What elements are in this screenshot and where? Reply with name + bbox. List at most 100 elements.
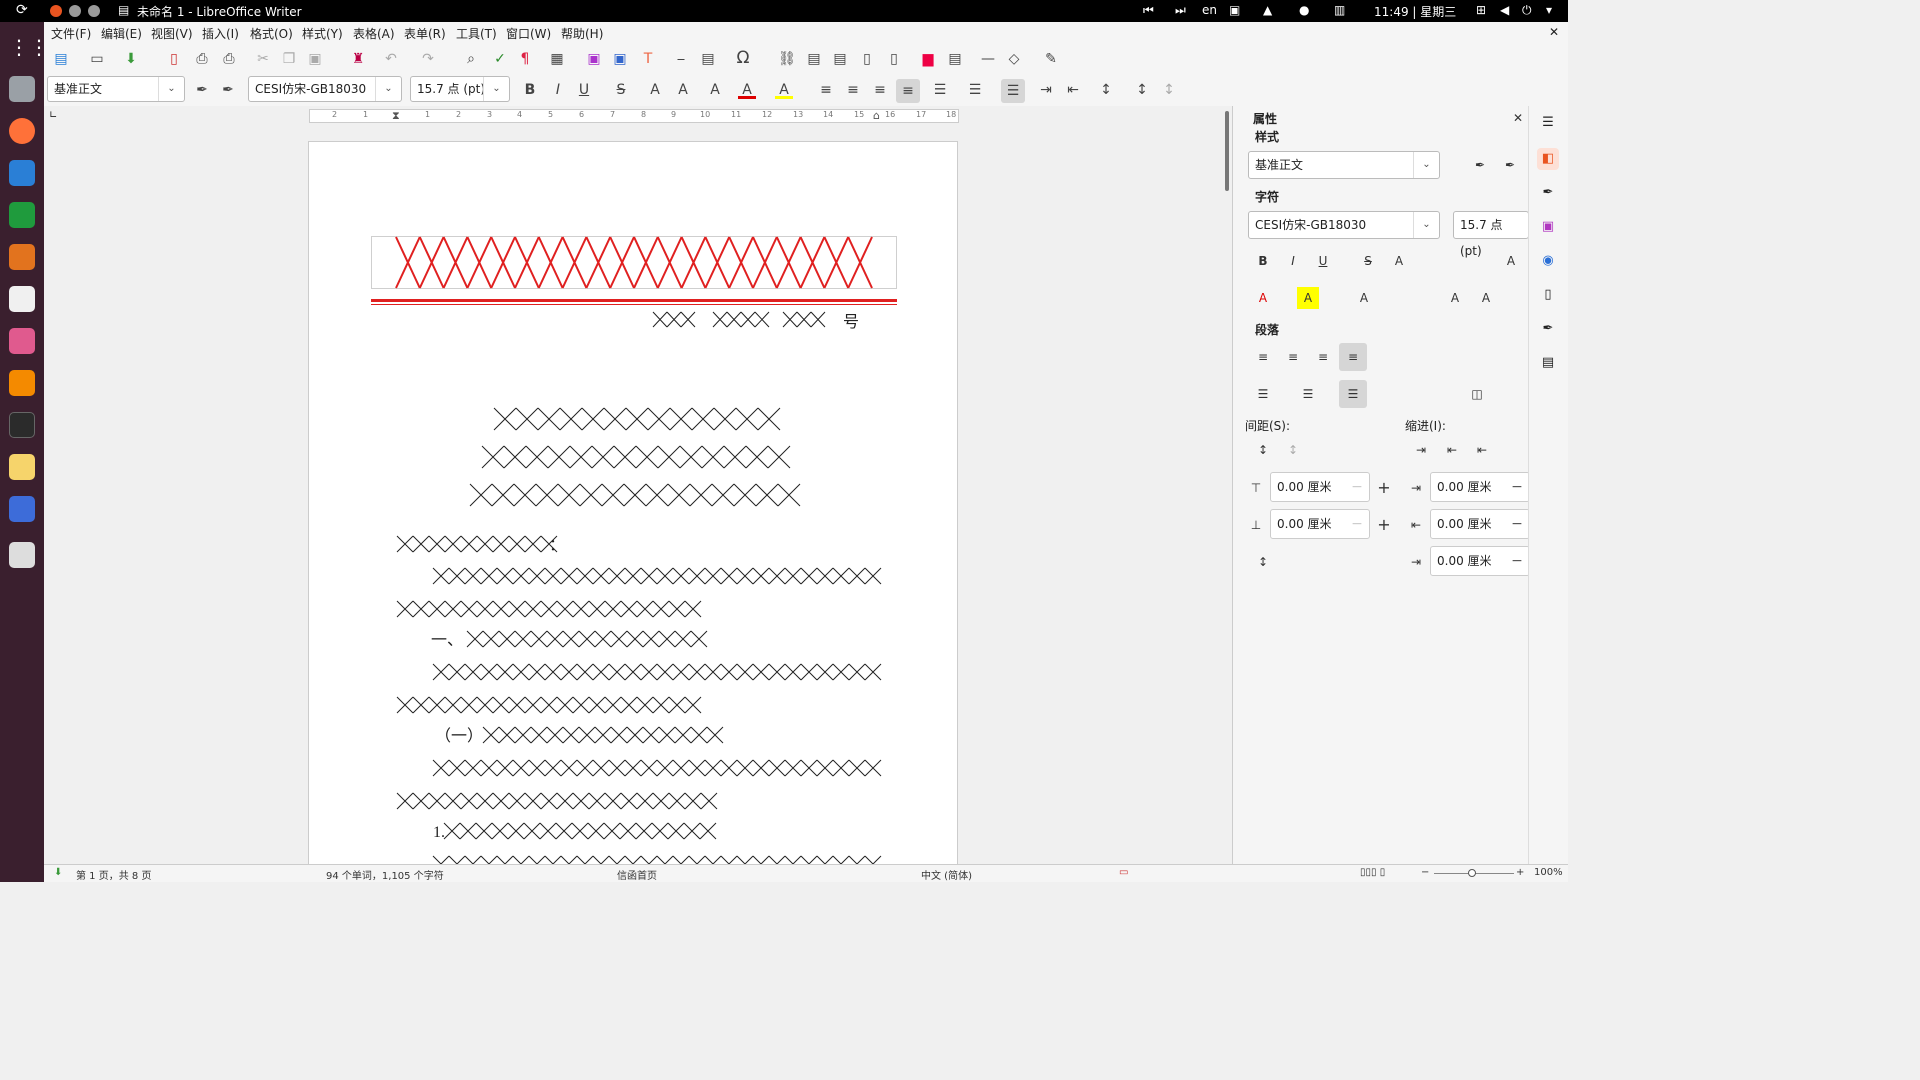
word-count[interactable]: 94 个单词，1,105 个字符 [326, 867, 444, 882]
page-style[interactable]: 信函首页 [617, 867, 657, 882]
redo-icon[interactable]: ↷ [419, 50, 437, 68]
menu-form[interactable]: 表单(R) [404, 25, 446, 42]
insert-table-icon[interactable]: ▦ [548, 50, 566, 68]
bullets-icon[interactable]: ☰ [931, 81, 949, 99]
menu-insert[interactable]: 插入(I) [202, 25, 239, 42]
open-icon[interactable]: ▭ [88, 50, 106, 68]
indent-after-input[interactable]: 0.00 厘米 − [1430, 509, 1530, 539]
font-color-icon[interactable]: A [1252, 287, 1274, 309]
increase-indent-icon[interactable]: ⇥ [1037, 81, 1055, 99]
insert-chart-icon[interactable]: ▣ [611, 50, 629, 68]
new-icon[interactable]: ▤ [52, 50, 70, 68]
document-page[interactable]: 号 ： 一、 （一） 1. [308, 141, 958, 864]
signature-icon[interactable]: ⬇ [54, 867, 62, 878]
input-method-icon[interactable]: ▣ [1229, 3, 1240, 17]
text-editor-icon[interactable] [9, 454, 35, 480]
strikethrough-icon[interactable]: S [612, 81, 630, 99]
align-center-icon[interactable]: ≡ [844, 81, 862, 99]
align-right-icon[interactable]: ≡ [1312, 346, 1334, 368]
outline-icon[interactable]: ☰ [1001, 79, 1025, 103]
formatting-marks-icon[interactable]: ¶ [516, 50, 534, 68]
bold-icon[interactable]: B [521, 81, 539, 99]
minus-button[interactable]: − [1503, 510, 1531, 538]
sidebar-font-box[interactable]: CESI仿宋-GB18030 ⌄ [1248, 211, 1440, 239]
superscript-icon[interactable]: A [1444, 287, 1466, 309]
align-center-icon[interactable]: ≡ [1282, 346, 1304, 368]
print-icon[interactable]: ⎙ [193, 50, 211, 68]
copy-icon[interactable]: ❐ [280, 50, 298, 68]
menu-window[interactable]: 窗口(W) [506, 25, 551, 42]
increase-indent-icon[interactable]: ⇥ [1410, 439, 1432, 461]
underline-icon[interactable]: U [575, 81, 593, 99]
comment-icon[interactable]: ▆ [919, 50, 937, 68]
align-left-icon[interactable]: ≡ [1252, 346, 1274, 368]
horizontal-ruler[interactable]: 2 1 ⧗ 1 2 3 4 5 6 7 8 9 10 11 12 13 14 1… [309, 109, 959, 123]
subscript-icon[interactable]: A [1475, 287, 1497, 309]
vertical-scrollbar[interactable] [1224, 106, 1232, 864]
paragraph-style-box[interactable]: 基准正文 ⌄ [47, 76, 185, 102]
align-right-icon[interactable]: ≡ [871, 81, 889, 99]
bullets-icon[interactable]: ☰ [1252, 383, 1274, 405]
plus-button[interactable]: + [1373, 514, 1395, 536]
spelling-icon[interactable]: ✓ [491, 50, 509, 68]
media-next-icon[interactable]: ⏭ [1175, 3, 1186, 18]
page-tab-icon[interactable]: ▯ [1537, 284, 1559, 306]
minus-button[interactable]: − [1503, 547, 1531, 575]
window-minimize-button[interactable] [69, 5, 81, 17]
save-icon[interactable]: ⬇ [122, 50, 140, 68]
track-changes-icon[interactable]: ▤ [946, 50, 964, 68]
paragraph-bg-icon[interactable]: ◫ [1466, 383, 1488, 405]
numbering-icon[interactable]: ☰ [966, 81, 984, 99]
superscript-icon[interactable]: A [646, 81, 664, 99]
underline-icon[interactable]: U [1312, 250, 1334, 272]
font-name-box[interactable]: CESI仿宋-GB18030 ⌄ [248, 76, 402, 102]
chevron-down-icon[interactable]: ⌄ [1413, 152, 1439, 178]
vlc-icon[interactable] [9, 370, 35, 396]
line-spacing-icon[interactable]: ↕ [1252, 551, 1274, 573]
notification-icon[interactable]: ▲ [1263, 3, 1272, 17]
page-count[interactable]: 第 1 页，共 8 页 [76, 867, 151, 882]
clear-formatting-icon[interactable]: A [1353, 287, 1375, 309]
chevron-down-icon[interactable]: ⌄ [483, 77, 509, 101]
hanging-indent-icon[interactable]: ⇤ [1471, 439, 1493, 461]
menu-styles[interactable]: 样式(Y) [302, 25, 343, 42]
sidebar-size-box[interactable]: 15.7 点 (pt) [1453, 211, 1529, 258]
style-inspector-tab-icon[interactable]: ✒ [1537, 318, 1559, 340]
chevron-down-icon[interactable]: ⌄ [158, 77, 184, 101]
decrease-spacing-icon[interactable]: ↕ [1160, 81, 1178, 99]
scrollbar-thumb[interactable] [1225, 111, 1229, 191]
sidebar-close-icon[interactable]: ✕ [1507, 107, 1529, 129]
bookmark-icon[interactable]: ▯ [858, 50, 876, 68]
draw-icon[interactable]: ✎ [1042, 50, 1060, 68]
shapes-icon[interactable]: ◇ [1005, 50, 1023, 68]
volume-icon[interactable]: ◀ [1500, 3, 1509, 17]
properties-tab-icon[interactable]: ◧ [1537, 148, 1559, 170]
close-document-icon[interactable]: ✕ [1549, 25, 1559, 39]
hyperlink-icon[interactable]: ⛓ [778, 50, 796, 68]
highlight-icon[interactable]: A [1297, 287, 1319, 309]
increase-spacing-icon[interactable]: ↕ [1133, 81, 1151, 99]
firefox-icon[interactable] [9, 118, 35, 144]
indent-before-input[interactable]: 0.00 厘米 − [1430, 472, 1530, 502]
navigator-tab-icon[interactable]: ◉ [1537, 250, 1559, 272]
writer-icon[interactable] [9, 160, 35, 186]
footnote-icon[interactable]: ▤ [805, 50, 823, 68]
menu-file[interactable]: 文件(F) [51, 25, 91, 42]
font-size-box[interactable]: 15.7 点 (pt) ⌄ [410, 76, 510, 102]
sidebar-menu-icon[interactable]: ☰ [1537, 112, 1559, 134]
find-replace-icon[interactable]: ⌕ [462, 50, 480, 68]
ruler-indent-marker[interactable]: ⧗ [392, 109, 400, 123]
character-section-header[interactable]: 字符 [1255, 188, 1279, 205]
install-icon[interactable] [9, 328, 35, 354]
settings-icon[interactable]: ▾ [1546, 3, 1552, 17]
view-layout-icons[interactable]: ▯▯▯ ▯ [1360, 867, 1385, 878]
sidebar-style-box[interactable]: 基准正文 ⌄ [1248, 151, 1440, 179]
insert-mode-icon[interactable]: ▭ [1119, 867, 1128, 878]
menu-format[interactable]: 格式(O) [250, 25, 293, 42]
undo-icon[interactable]: ↶ [382, 50, 400, 68]
menu-help[interactable]: 帮助(H) [561, 25, 603, 42]
zoom-out-icon[interactable]: − [1421, 867, 1429, 878]
calc-icon[interactable] [9, 202, 35, 228]
print-preview-icon[interactable]: ⎙ [220, 50, 238, 68]
menu-tools[interactable]: 工具(T) [456, 25, 497, 42]
